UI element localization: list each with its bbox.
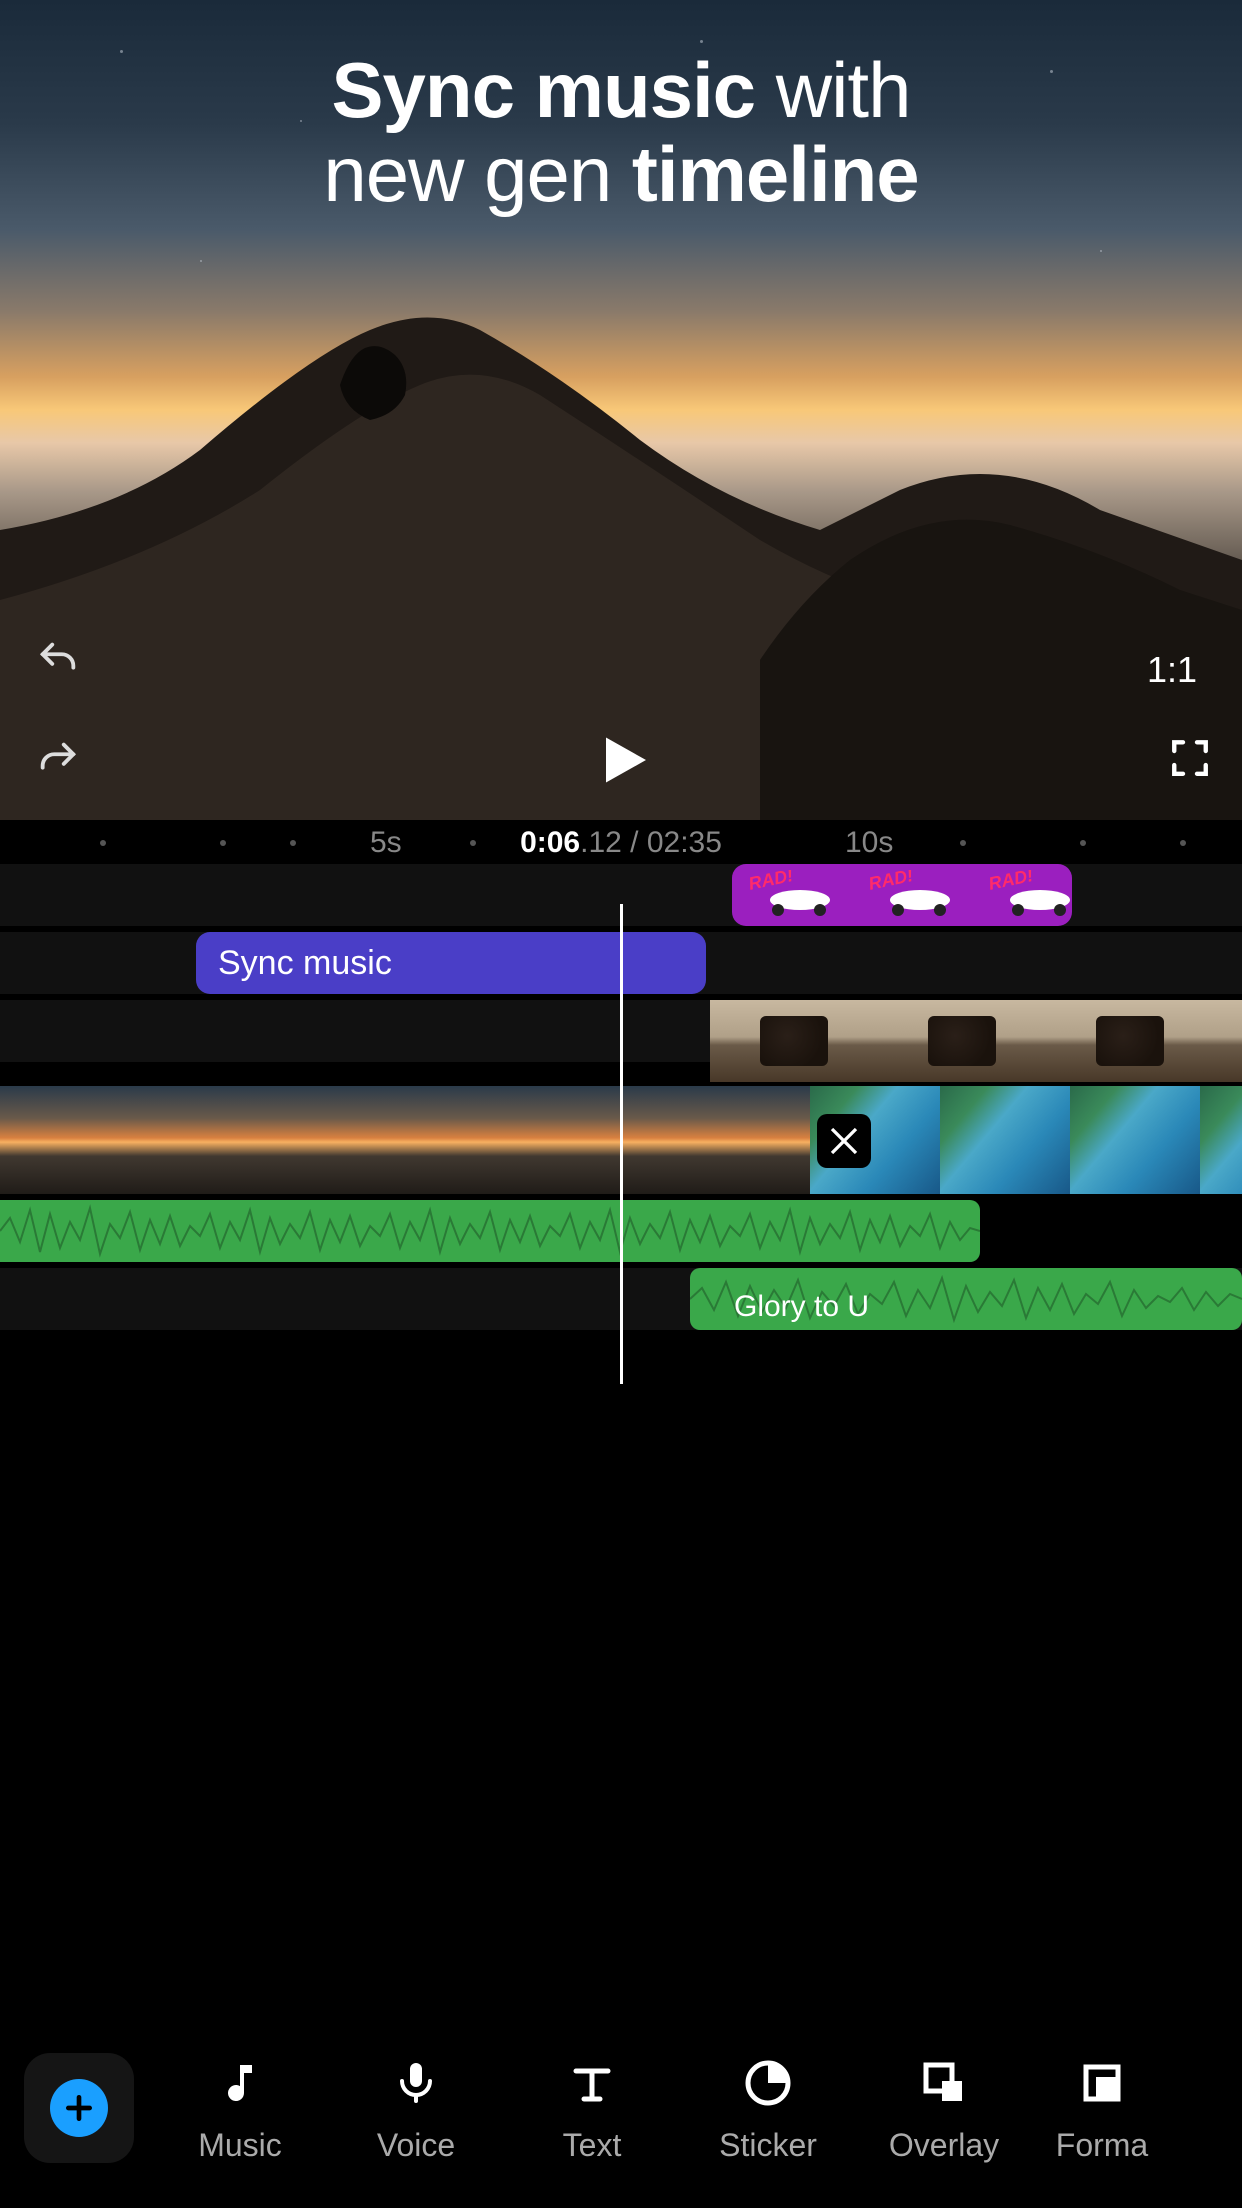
video-preview[interactable]: Sync music with new gen timeline 1:1 (0, 0, 1242, 820)
tool-label: Voice (377, 2127, 455, 2164)
tool-text[interactable]: Text (504, 2053, 680, 2164)
tool-sticker[interactable]: Sticker (680, 2053, 856, 2164)
tool-label: Music (198, 2127, 282, 2164)
tool-label: Overlay (889, 2127, 999, 2164)
timecode-total: 02:35 (647, 826, 722, 859)
redo-icon (35, 737, 81, 783)
music-icon (210, 2053, 270, 2113)
microphone-icon (386, 2053, 446, 2113)
svg-text:RAD!: RAD! (987, 870, 1035, 894)
aspect-ratio-button[interactable]: 1:1 (1132, 640, 1212, 700)
transition-button[interactable] (817, 1114, 871, 1168)
sticker-thumbnail: RAD! (972, 864, 1072, 926)
headline-bold-2: timeline (632, 130, 919, 218)
ruler-tick-10s: 10s (845, 826, 893, 860)
headline-text-1: with (755, 46, 910, 134)
fullscreen-icon (1169, 737, 1211, 779)
timecode-fraction: .12 (580, 826, 622, 859)
tool-label: Text (563, 2127, 622, 2164)
fullscreen-button[interactable] (1160, 728, 1220, 788)
tool-music[interactable]: Music (152, 2053, 328, 2164)
sticker-thumbnail: RAD! (732, 864, 852, 926)
tool-format[interactable]: Forma (1032, 2053, 1172, 2164)
undo-icon (35, 637, 81, 683)
sticker-icon (738, 2053, 798, 2113)
tool-label: Sticker (719, 2127, 817, 2164)
timeline-tracks[interactable]: RAD! RAD! RAD! Sync music (0, 864, 1242, 1384)
plus-icon (50, 2079, 108, 2137)
redo-button[interactable] (28, 730, 88, 790)
format-icon (1072, 2053, 1132, 2113)
undo-button[interactable] (28, 630, 88, 690)
bottom-toolbar: Music Voice Text Sticker Overlay Forma (0, 2008, 1242, 2208)
add-button[interactable] (24, 2053, 134, 2163)
svg-text:RAD!: RAD! (747, 870, 795, 894)
play-button[interactable] (581, 720, 661, 800)
text-clip[interactable]: Sync music (196, 932, 706, 994)
sticker-clip[interactable]: RAD! RAD! RAD! (732, 864, 1072, 926)
timecode-sep: / (622, 826, 647, 859)
svg-text:RAD!: RAD! (867, 870, 915, 894)
tool-label: Forma (1056, 2127, 1148, 2164)
waveform (0, 1200, 980, 1262)
overlay-video-clip[interactable] (710, 1000, 1242, 1082)
main-video-clip-1[interactable] (0, 1086, 810, 1194)
headline-bold-1: Sync music (332, 46, 756, 134)
timeline-ruler[interactable]: 5s 0:06.12 / 02:35 10s (0, 820, 1242, 864)
overlay-icon (914, 2053, 974, 2113)
marketing-headline: Sync music with new gen timeline (0, 48, 1242, 216)
audio-clip-label: Glory to U (712, 1290, 869, 1324)
audio-clip-1[interactable] (0, 1200, 980, 1262)
timecode-display: 0:06.12 / 02:35 (520, 826, 722, 860)
timeline-panel: 5s 0:06.12 / 02:35 10s RAD! RAD! RAD! Sy… (0, 820, 1242, 1384)
sticker-thumbnail: RAD! (852, 864, 972, 926)
tool-overlay[interactable]: Overlay (856, 2053, 1032, 2164)
transition-icon (826, 1123, 862, 1159)
tool-voice[interactable]: Voice (328, 2053, 504, 2164)
playhead[interactable] (620, 904, 623, 1384)
text-icon (562, 2053, 622, 2113)
main-video-clip-2[interactable] (810, 1086, 1242, 1194)
audio-clip-2[interactable]: Glory to U (690, 1268, 1242, 1330)
text-clip-label: Sync music (196, 944, 392, 983)
ruler-tick-5s: 5s (370, 826, 402, 860)
timecode-current: 0:06 (520, 826, 580, 859)
play-icon (591, 730, 651, 790)
headline-text-2: new gen (323, 130, 632, 218)
